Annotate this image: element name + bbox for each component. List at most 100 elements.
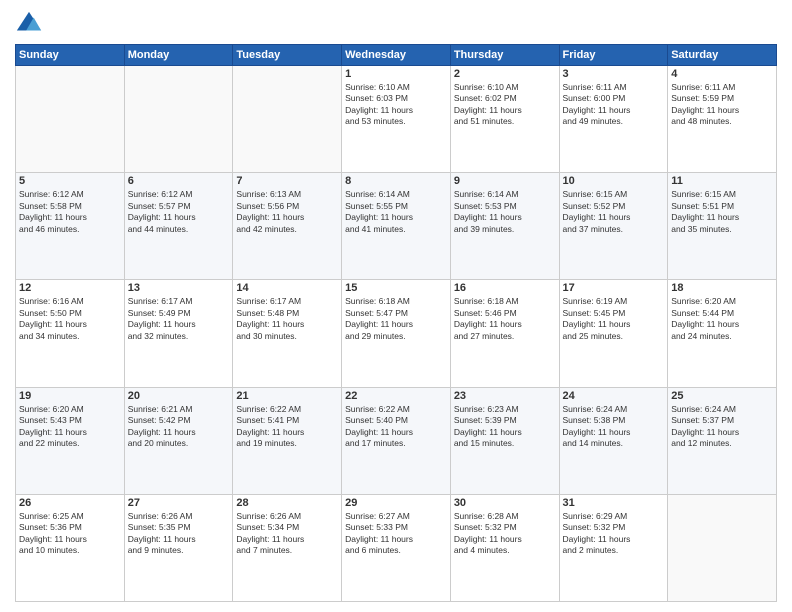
logo-icon xyxy=(15,10,43,38)
weekday-header-tuesday: Tuesday xyxy=(233,45,342,66)
cell-sun-info: Sunrise: 6:10 AMSunset: 6:03 PMDaylight:… xyxy=(345,82,447,128)
cell-sun-info: Sunrise: 6:17 AMSunset: 5:48 PMDaylight:… xyxy=(236,296,338,342)
calendar-week-row: 1 Sunrise: 6:10 AMSunset: 6:03 PMDaylight… xyxy=(16,66,777,173)
calendar-week-row: 26Sunrise: 6:25 AMSunset: 5:36 PMDayligh… xyxy=(16,494,777,601)
calendar-cell: 3 Sunrise: 6:11 AMSunset: 6:00 PMDaylight… xyxy=(559,66,668,173)
day-number: 5 xyxy=(19,175,121,187)
day-number: 22 xyxy=(345,390,447,402)
day-number: 29 xyxy=(345,497,447,509)
cell-sun-info: Sunrise: 6:11 AMSunset: 6:00 PMDaylight:… xyxy=(563,82,665,128)
weekday-header-friday: Friday xyxy=(559,45,668,66)
calendar-cell xyxy=(16,66,125,173)
day-number: 15 xyxy=(345,282,447,294)
weekday-header-wednesday: Wednesday xyxy=(342,45,451,66)
day-number: 18 xyxy=(671,282,773,294)
calendar-cell: 11 Sunrise: 6:15 AMSunset: 5:51 PMDayligh… xyxy=(668,173,777,280)
day-number: 19 xyxy=(19,390,121,402)
day-number: 30 xyxy=(454,497,556,509)
day-number: 12 xyxy=(19,282,121,294)
cell-sun-info: Sunrise: 6:26 AMSunset: 5:35 PMDaylight:… xyxy=(128,511,230,557)
cell-sun-info: Sunrise: 6:12 AMSunset: 5:57 PMDaylight:… xyxy=(128,189,230,235)
calendar-cell: 24Sunrise: 6:24 AMSunset: 5:38 PMDayligh… xyxy=(559,387,668,494)
calendar-cell: 12 Sunrise: 6:16 AMSunset: 5:50 PMDayligh… xyxy=(16,280,125,387)
calendar-cell xyxy=(668,494,777,601)
cell-sun-info: Sunrise: 6:28 AMSunset: 5:32 PMDaylight:… xyxy=(454,511,556,557)
day-number: 6 xyxy=(128,175,230,187)
day-number: 23 xyxy=(454,390,556,402)
calendar-cell: 23 Sunrise: 6:23 AMSunset: 5:39 PMDayligh… xyxy=(450,387,559,494)
cell-sun-info: Sunrise: 6:22 AMSunset: 5:41 PMDaylight:… xyxy=(236,404,338,450)
cell-sun-info: Sunrise: 6:16 AMSunset: 5:50 PMDaylight:… xyxy=(19,296,121,342)
calendar-cell: 17Sunrise: 6:19 AMSunset: 5:45 PMDayligh… xyxy=(559,280,668,387)
cell-sun-info: Sunrise: 6:26 AMSunset: 5:34 PMDaylight:… xyxy=(236,511,338,557)
calendar-cell xyxy=(124,66,233,173)
calendar-cell: 31 Sunrise: 6:29 AMSunset: 5:32 PMDayligh… xyxy=(559,494,668,601)
calendar-cell: 18Sunrise: 6:20 AMSunset: 5:44 PMDayligh… xyxy=(668,280,777,387)
day-number: 1 xyxy=(345,68,447,80)
calendar-table: SundayMondayTuesdayWednesdayThursdayFrid… xyxy=(15,44,777,602)
day-number: 16 xyxy=(454,282,556,294)
cell-sun-info: Sunrise: 6:14 AMSunset: 5:55 PMDaylight:… xyxy=(345,189,447,235)
logo xyxy=(15,10,47,38)
calendar-cell: 20 Sunrise: 6:21 AMSunset: 5:42 PMDayligh… xyxy=(124,387,233,494)
day-number: 27 xyxy=(128,497,230,509)
calendar-cell: 1 Sunrise: 6:10 AMSunset: 6:03 PMDaylight… xyxy=(342,66,451,173)
cell-sun-info: Sunrise: 6:18 AMSunset: 5:47 PMDaylight:… xyxy=(345,296,447,342)
cell-sun-info: Sunrise: 6:22 AMSunset: 5:40 PMDaylight:… xyxy=(345,404,447,450)
day-number: 25 xyxy=(671,390,773,402)
weekday-header-saturday: Saturday xyxy=(668,45,777,66)
calendar-cell: 16 Sunrise: 6:18 AMSunset: 5:46 PMDayligh… xyxy=(450,280,559,387)
cell-sun-info: Sunrise: 6:15 AMSunset: 5:51 PMDaylight:… xyxy=(671,189,773,235)
day-number: 31 xyxy=(563,497,665,509)
page: SundayMondayTuesdayWednesdayThursdayFrid… xyxy=(0,0,792,612)
calendar-cell: 30 Sunrise: 6:28 AMSunset: 5:32 PMDayligh… xyxy=(450,494,559,601)
weekday-header-monday: Monday xyxy=(124,45,233,66)
calendar-week-row: 12 Sunrise: 6:16 AMSunset: 5:50 PMDayligh… xyxy=(16,280,777,387)
cell-sun-info: Sunrise: 6:23 AMSunset: 5:39 PMDaylight:… xyxy=(454,404,556,450)
cell-sun-info: Sunrise: 6:12 AMSunset: 5:58 PMDaylight:… xyxy=(19,189,121,235)
cell-sun-info: Sunrise: 6:18 AMSunset: 5:46 PMDaylight:… xyxy=(454,296,556,342)
calendar-cell: 8Sunrise: 6:14 AMSunset: 5:55 PMDaylight… xyxy=(342,173,451,280)
calendar-cell: 2 Sunrise: 6:10 AMSunset: 6:02 PMDaylight… xyxy=(450,66,559,173)
calendar-cell: 26Sunrise: 6:25 AMSunset: 5:36 PMDayligh… xyxy=(16,494,125,601)
calendar-cell: 5 Sunrise: 6:12 AMSunset: 5:58 PMDaylight… xyxy=(16,173,125,280)
calendar-cell: 15 Sunrise: 6:18 AMSunset: 5:47 PMDayligh… xyxy=(342,280,451,387)
calendar-week-row: 19Sunrise: 6:20 AMSunset: 5:43 PMDayligh… xyxy=(16,387,777,494)
calendar-week-row: 5 Sunrise: 6:12 AMSunset: 5:58 PMDaylight… xyxy=(16,173,777,280)
calendar-cell: 9Sunrise: 6:14 AMSunset: 5:53 PMDaylight… xyxy=(450,173,559,280)
day-number: 26 xyxy=(19,497,121,509)
calendar-cell: 6 Sunrise: 6:12 AMSunset: 5:57 PMDaylight… xyxy=(124,173,233,280)
day-number: 11 xyxy=(671,175,773,187)
day-number: 9 xyxy=(454,175,556,187)
day-number: 7 xyxy=(236,175,338,187)
cell-sun-info: Sunrise: 6:15 AMSunset: 5:52 PMDaylight:… xyxy=(563,189,665,235)
cell-sun-info: Sunrise: 6:13 AMSunset: 5:56 PMDaylight:… xyxy=(236,189,338,235)
day-number: 2 xyxy=(454,68,556,80)
calendar-cell: 25 Sunrise: 6:24 AMSunset: 5:37 PMDayligh… xyxy=(668,387,777,494)
cell-sun-info: Sunrise: 6:24 AMSunset: 5:37 PMDaylight:… xyxy=(671,404,773,450)
cell-sun-info: Sunrise: 6:11 AMSunset: 5:59 PMDaylight:… xyxy=(671,82,773,128)
calendar-cell: 29 Sunrise: 6:27 AMSunset: 5:33 PMDayligh… xyxy=(342,494,451,601)
calendar-cell: 27 Sunrise: 6:26 AMSunset: 5:35 PMDayligh… xyxy=(124,494,233,601)
day-number: 14 xyxy=(236,282,338,294)
header xyxy=(15,10,777,38)
weekday-header-thursday: Thursday xyxy=(450,45,559,66)
cell-sun-info: Sunrise: 6:10 AMSunset: 6:02 PMDaylight:… xyxy=(454,82,556,128)
calendar-cell: 10Sunrise: 6:15 AMSunset: 5:52 PMDayligh… xyxy=(559,173,668,280)
calendar-cell: 22 Sunrise: 6:22 AMSunset: 5:40 PMDayligh… xyxy=(342,387,451,494)
day-number: 24 xyxy=(563,390,665,402)
day-number: 13 xyxy=(128,282,230,294)
cell-sun-info: Sunrise: 6:29 AMSunset: 5:32 PMDaylight:… xyxy=(563,511,665,557)
day-number: 28 xyxy=(236,497,338,509)
day-number: 17 xyxy=(563,282,665,294)
day-number: 20 xyxy=(128,390,230,402)
weekday-header-sunday: Sunday xyxy=(16,45,125,66)
calendar-cell: 14 Sunrise: 6:17 AMSunset: 5:48 PMDayligh… xyxy=(233,280,342,387)
calendar-cell: 19Sunrise: 6:20 AMSunset: 5:43 PMDayligh… xyxy=(16,387,125,494)
calendar-cell: 21Sunrise: 6:22 AMSunset: 5:41 PMDayligh… xyxy=(233,387,342,494)
cell-sun-info: Sunrise: 6:21 AMSunset: 5:42 PMDaylight:… xyxy=(128,404,230,450)
day-number: 3 xyxy=(563,68,665,80)
cell-sun-info: Sunrise: 6:27 AMSunset: 5:33 PMDaylight:… xyxy=(345,511,447,557)
calendar-cell: 28 Sunrise: 6:26 AMSunset: 5:34 PMDayligh… xyxy=(233,494,342,601)
calendar-cell xyxy=(233,66,342,173)
